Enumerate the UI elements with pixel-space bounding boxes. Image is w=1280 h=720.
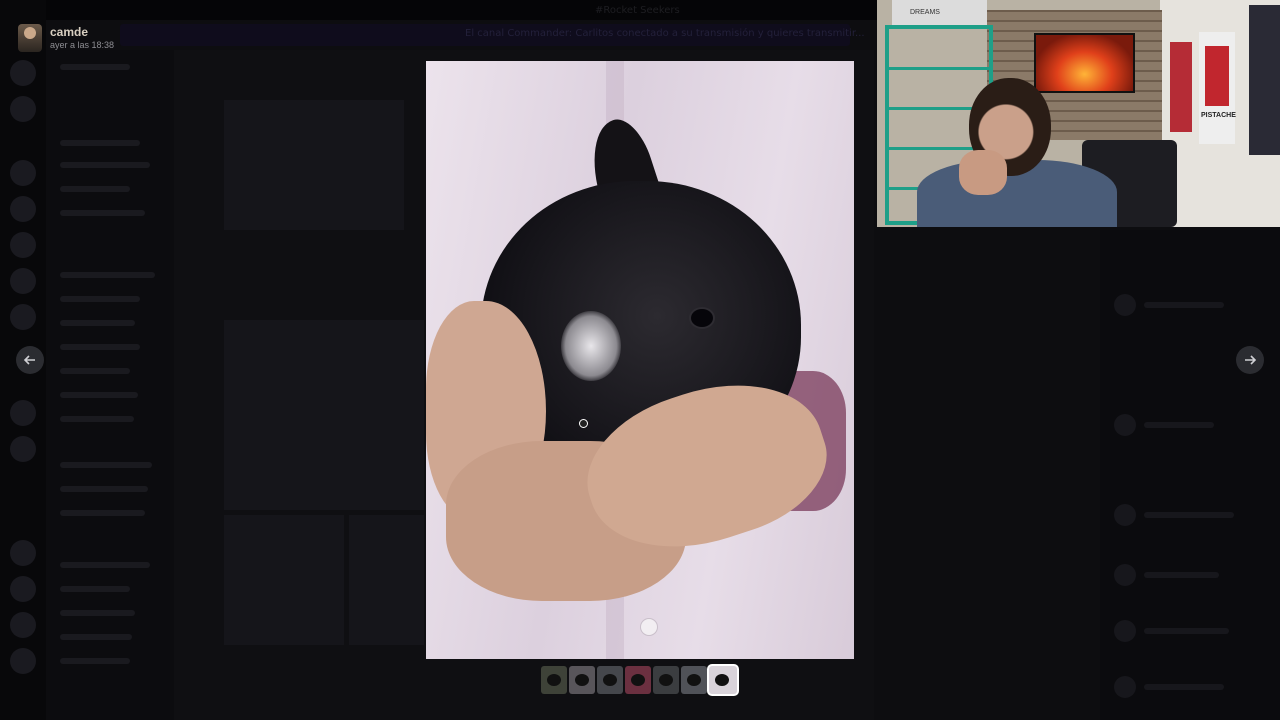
thumbnail[interactable]: [597, 666, 623, 694]
thumbnail[interactable]: [625, 666, 651, 694]
fireplace-tv: [1034, 33, 1135, 93]
stream-banner-text: El canal Commander: Carlitos conectado a…: [465, 28, 865, 39]
avatar[interactable]: [18, 24, 42, 52]
channel-list: [46, 50, 174, 720]
thumbnail[interactable]: [569, 666, 595, 694]
author-name[interactable]: camde: [50, 25, 114, 39]
thumbnail[interactable]: [653, 666, 679, 694]
shelf-label: DREAMS: [910, 9, 940, 16]
poster: PISTACHE: [1199, 32, 1236, 144]
mouse-cursor: [579, 419, 588, 428]
streamer-webcam: DREAMS PISTACHE: [877, 0, 1280, 227]
member-list: [1100, 230, 1280, 720]
media-author: camde ayer a las 18:38: [18, 24, 114, 52]
enlarged-image[interactable]: [426, 61, 854, 659]
previous-image-button[interactable]: [16, 346, 44, 374]
thumbnail[interactable]: [541, 666, 567, 694]
thumbnail[interactable]: [681, 666, 707, 694]
thumbnail-strip: [541, 666, 737, 694]
stream-banner: El canal Commander: Carlitos conectado a…: [120, 24, 865, 46]
title-bar: #Rocket Seekers: [0, 0, 877, 20]
thumbnail[interactable]: [709, 666, 737, 694]
title-bar-text: #Rocket Seekers: [595, 5, 680, 16]
arrow-right-icon: [1245, 355, 1257, 365]
next-image-button[interactable]: [1236, 346, 1264, 374]
poster-label: PISTACHE: [1201, 112, 1236, 119]
arrow-left-icon: [23, 355, 35, 365]
message-timestamp: ayer a las 18:38: [50, 40, 115, 50]
